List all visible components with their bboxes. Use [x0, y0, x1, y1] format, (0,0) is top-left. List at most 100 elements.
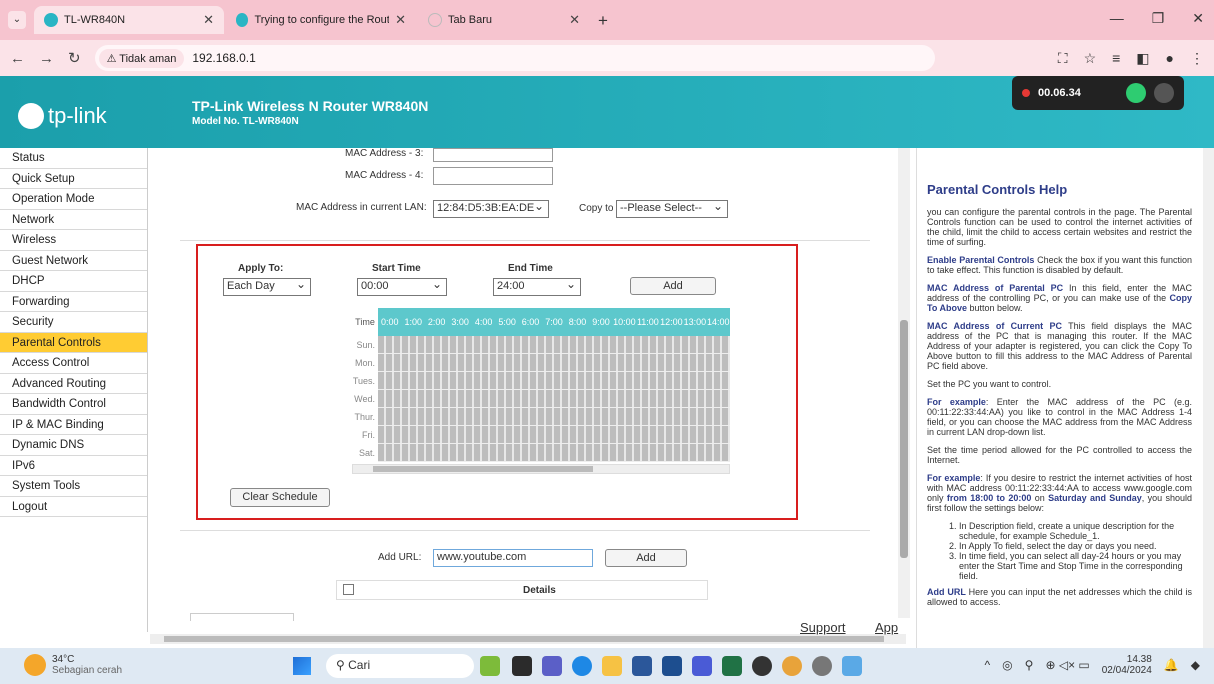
- usb-icon[interactable]: ⚲: [1025, 658, 1034, 672]
- mic-button[interactable]: [1154, 83, 1174, 103]
- grid-hour-cells[interactable]: [378, 354, 730, 372]
- task-view-icon[interactable]: [512, 656, 532, 676]
- grid-hour-cells[interactable]: [378, 444, 730, 462]
- weather-widget[interactable]: 34°C Sebagian cerah: [24, 654, 122, 676]
- restore-icon[interactable]: ❐: [1152, 10, 1165, 27]
- reload-icon[interactable]: ↻: [68, 49, 81, 67]
- end-time-select[interactable]: 24:00: [493, 277, 581, 296]
- menu-item-quick-setup[interactable]: Quick Setup: [0, 169, 147, 189]
- menu-item-status[interactable]: Status: [0, 148, 147, 169]
- store-icon[interactable]: [662, 656, 682, 676]
- add-url-button[interactable]: Add: [605, 549, 687, 567]
- select-all-checkbox[interactable]: [343, 584, 354, 595]
- menu-item-security[interactable]: Security: [0, 312, 147, 333]
- app-icon[interactable]: [842, 656, 862, 676]
- grid-day-row[interactable]: Mon.: [352, 354, 730, 372]
- new-tab-button[interactable]: +: [598, 11, 608, 31]
- add-url-label: Add URL:: [378, 552, 422, 563]
- close-tab-icon[interactable]: ✕: [395, 12, 406, 28]
- sidepanel-icon[interactable]: ◧: [1136, 50, 1149, 67]
- close-window-icon[interactable]: ✕: [1192, 10, 1204, 27]
- url-field[interactable]: ⚠ Tidak aman 192.168.0.1: [94, 45, 935, 71]
- app-icon[interactable]: [692, 656, 712, 676]
- back-icon[interactable]: ←: [10, 50, 25, 67]
- grid-day-row[interactable]: Sun.: [352, 336, 730, 354]
- menu-item-system-tools[interactable]: System Tools: [0, 476, 147, 497]
- security-badge[interactable]: ⚠ Tidak aman: [98, 48, 185, 68]
- apply-to-select[interactable]: Each Day: [223, 277, 311, 296]
- word-icon[interactable]: [632, 656, 652, 676]
- main-horizontal-scrollbar[interactable]: [150, 634, 906, 644]
- menu-item-wireless[interactable]: Wireless: [0, 230, 147, 251]
- taskbar-search[interactable]: ⚲ Cari: [326, 654, 474, 678]
- chevron-up-icon[interactable]: ^: [985, 658, 991, 672]
- grid-hour-cells[interactable]: [378, 426, 730, 444]
- app-icon[interactable]: [752, 656, 772, 676]
- menu-item-network[interactable]: Network: [0, 210, 147, 230]
- clear-schedule-button[interactable]: Clear Schedule: [230, 488, 330, 507]
- excel-icon[interactable]: [722, 656, 742, 676]
- minimize-icon[interactable]: —: [1110, 10, 1124, 27]
- file-explorer-icon[interactable]: [602, 656, 622, 676]
- grid-day-row[interactable]: Thur.: [352, 408, 730, 426]
- grid-hour-cells[interactable]: [378, 408, 730, 426]
- clock[interactable]: 14.38 02/04/2024: [1102, 654, 1152, 676]
- grid-hour-cells[interactable]: [378, 390, 730, 408]
- tab-new[interactable]: Tab Baru ✕: [418, 6, 590, 34]
- menu-item-guest-network[interactable]: Guest Network: [0, 251, 147, 271]
- help-scrollbar[interactable]: [1203, 148, 1214, 648]
- app-link[interactable]: App: [875, 620, 898, 635]
- teams-icon[interactable]: [542, 656, 562, 676]
- bookmark-star-icon[interactable]: ☆: [1084, 50, 1097, 67]
- schedule-add-button[interactable]: Add: [630, 277, 716, 295]
- schedule-grid[interactable]: Time 0:00 1:00 2:00 3:00 4:00 5:00 6:00 7:00 8:00…: [352, 308, 730, 464]
- wifi-volume-battery-icon[interactable]: ⊕ ◁× ▭: [1045, 658, 1089, 672]
- menu-kebab-icon[interactable]: ⋮: [1190, 50, 1204, 67]
- mac4-input[interactable]: [433, 167, 553, 185]
- add-url-input[interactable]: www.youtube.com: [433, 549, 593, 567]
- close-tab-icon[interactable]: ✕: [569, 12, 580, 28]
- menu-item-forwarding[interactable]: Forwarding: [0, 292, 147, 312]
- reading-list-icon[interactable]: ≡: [1112, 50, 1120, 67]
- grid-hour-cells[interactable]: [378, 372, 730, 390]
- support-link[interactable]: Support: [800, 620, 846, 635]
- stop-recording-button[interactable]: [1126, 83, 1146, 103]
- grid-horizontal-scrollbar[interactable]: [352, 464, 730, 474]
- menu-item-logout[interactable]: Logout: [0, 497, 147, 517]
- menu-item-ipv6[interactable]: IPv6: [0, 456, 147, 476]
- menu-item-dhcp[interactable]: DHCP: [0, 271, 147, 292]
- copilot-icon[interactable]: ◆: [1191, 658, 1200, 672]
- tab-configure[interactable]: Trying to configure the Router? ✕: [226, 6, 416, 34]
- main-vertical-scrollbar[interactable]: [898, 148, 910, 618]
- tab-search-button[interactable]: ⌄: [8, 11, 26, 29]
- menu-item-dynamic-dns[interactable]: Dynamic DNS: [0, 435, 147, 456]
- copy-to-select[interactable]: --Please Select--: [616, 199, 728, 218]
- start-time-select[interactable]: 00:00: [357, 277, 447, 296]
- widget-app-icon[interactable]: [480, 656, 500, 676]
- close-tab-icon[interactable]: ✕: [203, 12, 214, 28]
- menu-item-bandwidth-control[interactable]: Bandwidth Control: [0, 394, 147, 415]
- translate-icon[interactable]: ⛶: [1058, 50, 1068, 67]
- edge-icon[interactable]: [572, 656, 592, 676]
- grid-hour-cells[interactable]: [378, 336, 730, 354]
- forward-icon[interactable]: →: [39, 50, 54, 67]
- tray-app-icon[interactable]: ◎: [1002, 658, 1012, 672]
- menu-item-parental-controls[interactable]: Parental Controls: [0, 332, 147, 353]
- windows-start-icon[interactable]: [293, 657, 311, 675]
- menu-item-access-control[interactable]: Access Control: [0, 353, 147, 374]
- lan-mac-select[interactable]: 12:84:D5:3B:EA:DE: [433, 199, 549, 218]
- grid-day-row[interactable]: Wed.: [352, 390, 730, 408]
- grid-day-row[interactable]: Fri.: [352, 426, 730, 444]
- profile-icon[interactable]: ●: [1166, 50, 1174, 67]
- chrome-icon[interactable]: [782, 656, 802, 676]
- notification-bell-icon[interactable]: 🔔: [1164, 658, 1179, 672]
- tab-router[interactable]: TL-WR840N ✕: [34, 6, 224, 34]
- settings-gear-icon[interactable]: [812, 656, 832, 676]
- menu-item-operation-mode[interactable]: Operation Mode: [0, 189, 147, 210]
- mac3-input[interactable]: [433, 148, 553, 162]
- grid-day-row[interactable]: Tues.: [352, 372, 730, 390]
- menu-item-advanced-routing[interactable]: Advanced Routing: [0, 374, 147, 394]
- grid-day-row[interactable]: Sat.: [352, 444, 730, 462]
- start-time-label: Start Time: [372, 263, 421, 274]
- menu-item-ip-mac-binding[interactable]: IP & MAC Binding: [0, 415, 147, 435]
